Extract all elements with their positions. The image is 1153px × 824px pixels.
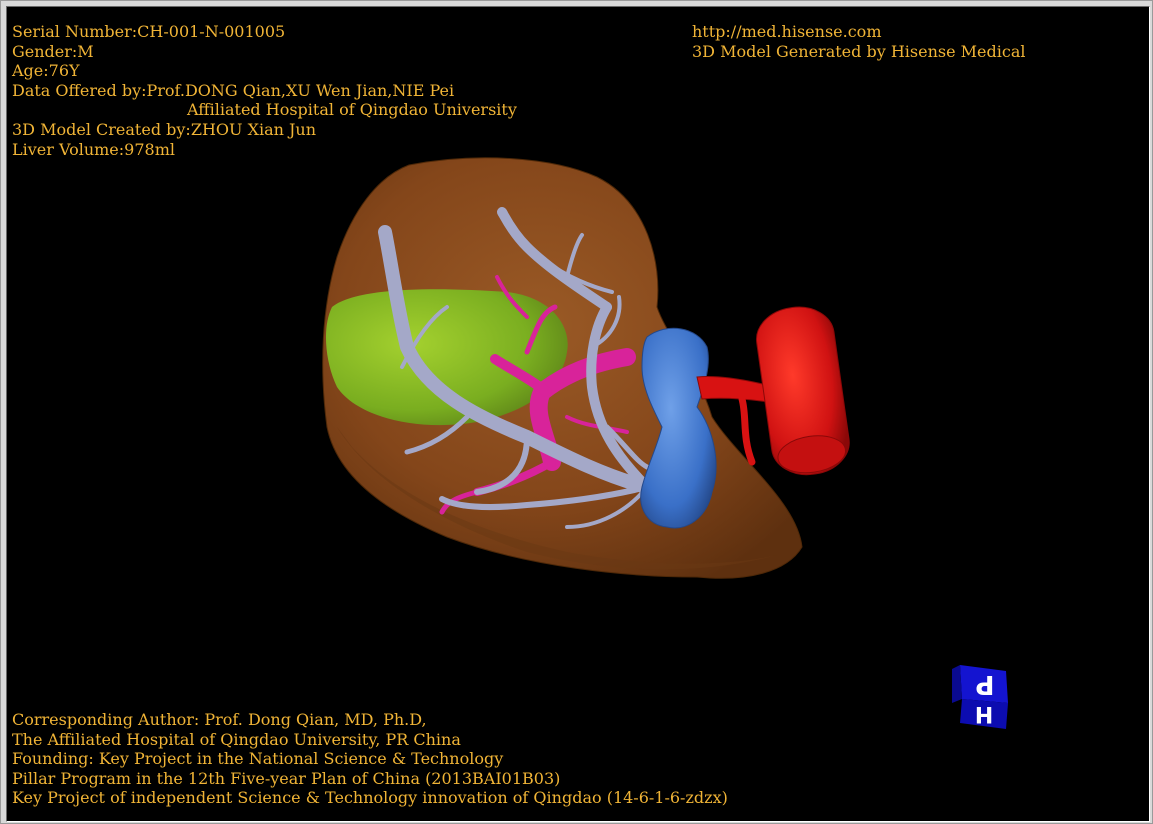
- cube-top-label: P: [975, 669, 994, 699]
- header-right: http://med.hisense.com 3D Model Generate…: [692, 22, 1025, 61]
- cube-front-label: H: [975, 701, 993, 726]
- window-frame: Serial Number:CH-001-N-001005 Gender:M A…: [0, 0, 1153, 824]
- footer-credits: Corresponding Author: Prof. Dong Qian, M…: [12, 710, 728, 808]
- ivc-branch: [696, 376, 770, 403]
- gender: Gender:M: [12, 41, 94, 61]
- patient-info: Serial Number:CH-001-N-001005 Gender:M A…: [12, 22, 517, 159]
- founding: Founding: Key Project in the National Sc…: [12, 749, 504, 769]
- orientation-cube-icon[interactable]: P H: [950, 663, 1010, 731]
- model-created-by: 3D Model Created by:ZHOU Xian Jun: [12, 119, 317, 139]
- hospital-name: Affiliated Hospital of Qingdao Universit…: [187, 100, 517, 120]
- data-offered-by: Data Offered by:Prof.DONG Qian,XU Wen Ji…: [12, 80, 455, 100]
- pillar-program: Pillar Program in the 12th Five-year Pla…: [12, 768, 561, 788]
- key-project: Key Project of independent Science & Tec…: [12, 788, 728, 808]
- website-url: http://med.hisense.com: [692, 22, 882, 41]
- ivc-branch-lower: [738, 395, 756, 466]
- serial-number: Serial Number:CH-001-N-001005: [12, 22, 286, 41]
- corresponding-author: Corresponding Author: Prof. Dong Qian, M…: [12, 710, 427, 729]
- 3d-viewport[interactable]: Serial Number:CH-001-N-001005 Gender:M A…: [6, 6, 1150, 822]
- affiliation: The Affiliated Hospital of Qingdao Unive…: [12, 729, 461, 749]
- age: Age:76Y: [12, 61, 80, 81]
- generator-credit: 3D Model Generated by Hisense Medical: [692, 41, 1026, 61]
- liver-volume: Liver Volume:978ml: [12, 139, 175, 159]
